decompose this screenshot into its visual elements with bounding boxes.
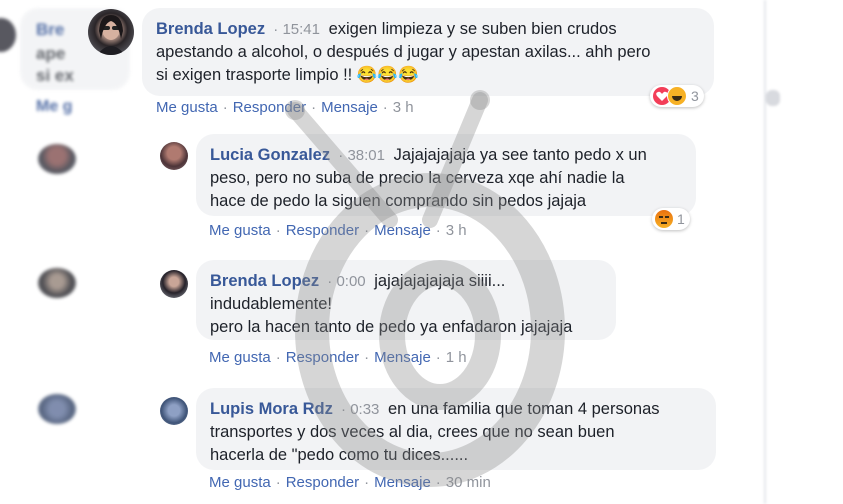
reply-link[interactable]: Responder xyxy=(286,222,359,239)
message-link[interactable]: Mensaje xyxy=(321,99,378,116)
avatar-image xyxy=(97,15,125,55)
comment-text: en una familia que toman 4 personas xyxy=(387,400,660,418)
background-avatar xyxy=(38,394,76,424)
comment-age[interactable]: 3 h xyxy=(446,222,467,239)
background-comment-text: ape xyxy=(36,44,66,63)
background-thread-blurred: Bre ape si ex Me g xyxy=(0,0,130,504)
comment-header-line: Brenda Lopez · 0:00 jajajajajajaja siiii… xyxy=(210,272,506,290)
comment-header-line: Lucia Gonzalez · 38:01 Jajajajajaja ya s… xyxy=(210,146,647,164)
comment-bubble: Brenda Lopez · 0:00 jajajajajajaja siiii… xyxy=(196,260,616,340)
comment-author[interactable]: Lupis Mora Rdz xyxy=(210,400,333,418)
comment-actions: Me gusta · Responder · Mensaje · 1 h xyxy=(209,349,467,366)
comment-text: indudablemente! xyxy=(210,295,333,313)
comment-text: apestando a alcohol, o después d jugar y… xyxy=(156,43,651,61)
reaction-summary[interactable]: 3 xyxy=(650,85,704,107)
avatar[interactable] xyxy=(160,142,188,170)
reply-link[interactable]: Responder xyxy=(233,99,306,116)
comment-age[interactable]: 3 h xyxy=(393,99,414,116)
angry-icon xyxy=(655,210,673,228)
reaction-count: 3 xyxy=(691,88,699,104)
comments-screenshot: Bre ape si ex Me g Brenda Lopez · 15:41 … xyxy=(0,0,843,504)
comment-timestamp: 15:41 xyxy=(282,21,320,38)
comment-text: pero la hacen tanto de pedo ya enfadaron… xyxy=(210,318,573,336)
background-like-link: Me g xyxy=(36,98,73,115)
comment-timestamp: 0:00 xyxy=(336,273,366,290)
comment-timestamp: 0:33 xyxy=(350,401,380,418)
like-link[interactable]: Me gusta xyxy=(209,474,271,491)
background-comment-text: si ex xyxy=(36,66,74,85)
like-link[interactable]: Me gusta xyxy=(209,222,271,239)
divider xyxy=(764,0,766,504)
reply-link[interactable]: Responder xyxy=(286,474,359,491)
haha-icon xyxy=(667,86,687,106)
comment-bubble: Lupis Mora Rdz · 0:33 en una familia que… xyxy=(196,388,716,470)
comment-age[interactable]: 1 h xyxy=(446,349,467,366)
comment-text-line: si exigen trasporte limpio !! 😂😂😂 xyxy=(156,64,700,87)
reaction-summary[interactable]: 1 xyxy=(652,208,690,230)
comment-actions: Me gusta · Responder · Mensaje · 3 h xyxy=(209,222,467,239)
reaction-count: 1 xyxy=(677,211,685,227)
comment-age[interactable]: 30 min xyxy=(446,474,491,491)
message-link[interactable]: Mensaje xyxy=(374,222,431,239)
reply-link[interactable]: Responder xyxy=(286,349,359,366)
comment-text: exigen limpieza y se suben bien crudos xyxy=(328,20,617,38)
comment-bubble: Lucia Gonzalez · 38:01 Jajajajajaja ya s… xyxy=(196,134,696,216)
comment-text: jajajajajajaja siiii... xyxy=(374,272,506,290)
message-link[interactable]: Mensaje xyxy=(374,474,431,491)
comment-timestamp: 38:01 xyxy=(347,147,385,164)
comment-text: hace de pedo la siguen comprando sin ped… xyxy=(210,192,587,210)
avatar[interactable] xyxy=(160,270,188,298)
avatar[interactable] xyxy=(88,9,134,55)
comment-text: si exigen trasporte limpio !! xyxy=(156,66,353,84)
comment-author[interactable]: Brenda Lopez xyxy=(156,20,265,38)
background-right-blurred xyxy=(758,0,843,504)
comment-text: Jajajajajaja ya see tanto pedo x un xyxy=(393,146,647,164)
background-fragment xyxy=(766,90,780,106)
message-link[interactable]: Mensaje xyxy=(374,349,431,366)
comment-header-line: Brenda Lopez · 15:41 exigen limpieza y s… xyxy=(156,18,700,41)
comment-author[interactable]: Brenda Lopez xyxy=(210,272,319,290)
like-link[interactable]: Me gusta xyxy=(209,349,271,366)
comment-author[interactable]: Lucia Gonzalez xyxy=(210,146,330,164)
comment-time: · 15:41 xyxy=(269,21,320,38)
background-avatar xyxy=(38,268,76,298)
laughing-emoji-icon: 😂😂😂 xyxy=(356,66,419,84)
comment-text: hacerla de "pedo como tu dices...... xyxy=(210,446,469,464)
comment-actions: Me gusta · Responder · Mensaje · 3 h xyxy=(156,99,414,116)
background-comment-author: Bre xyxy=(36,20,65,39)
avatar[interactable] xyxy=(160,397,188,425)
background-avatar xyxy=(0,18,16,52)
like-link[interactable]: Me gusta xyxy=(156,99,218,116)
comment-bubble: Brenda Lopez · 15:41 exigen limpieza y s… xyxy=(142,8,714,96)
comment-text: transportes y dos veces al dia, crees qu… xyxy=(210,423,615,441)
comment-header-line: Lupis Mora Rdz · 0:33 en una familia que… xyxy=(210,400,660,418)
comment-actions: Me gusta · Responder · Mensaje · 30 min xyxy=(209,474,491,491)
background-avatar xyxy=(38,144,76,174)
comment-text: peso, pero no suba de precio la cerveza … xyxy=(210,169,625,187)
